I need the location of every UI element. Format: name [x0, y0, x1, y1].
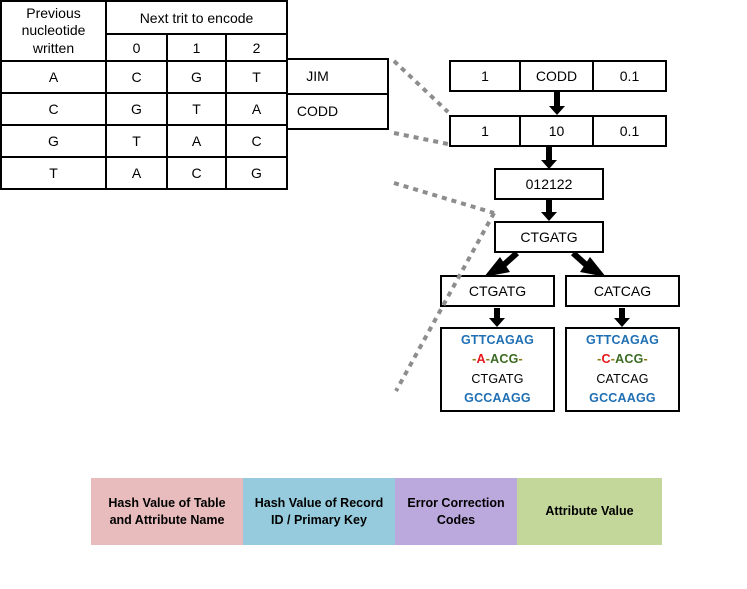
dna-left-line1: GTTCAGAG [460, 332, 535, 347]
encoding-cell-prev-c: C [0, 92, 107, 126]
encoding-cell-t-1: C [166, 156, 227, 190]
dna-right-line4: GCCAAGG [589, 390, 656, 405]
trit-string-box: 012122 [494, 168, 604, 200]
dna-block-right: GTTCAGAG -C-ACG- CATCAG GCCAAGG [565, 327, 680, 412]
record-row-2-cell-1: 1 [449, 115, 521, 147]
encoding-cell-prev-a: A [0, 60, 107, 94]
dotted-connector-3 [393, 181, 495, 215]
dna-right-line1: GTTCAGAG [585, 332, 660, 347]
dna-right-line2: -C-ACG- [597, 350, 648, 369]
encoding-table: Previous nucleotide written Next trit to… [0, 0, 288, 222]
dna-left-line4: GCCAAGG [464, 390, 531, 405]
encoding-cell-a-1: G [166, 60, 227, 94]
record-row-1-cell-3: 0.1 [592, 60, 667, 92]
dna-right-key: C [601, 352, 611, 367]
dna-left-dash-3: - [518, 352, 523, 367]
legend-item-record-id-hash: Hash Value of Record ID / Primary Key [243, 478, 395, 545]
record-row-1-cell-2: CODD [519, 60, 594, 92]
legend-item-error-correction: Error Correction Codes [395, 478, 517, 545]
encoding-table-row-g: G T A C [0, 124, 288, 158]
dna-left-line2: -A-ACG- [472, 350, 523, 369]
encoding-table-trit-0: 0 [105, 33, 168, 62]
encoding-cell-g-0: T [105, 124, 168, 158]
legend-item-attribute-value: Attribute Value [517, 478, 662, 545]
encoding-cell-a-2: T [225, 60, 288, 94]
branch-box-left: CTGATG [440, 275, 555, 307]
record-row-2: 1 10 0.1 [449, 115, 667, 147]
encoding-cell-prev-t: T [0, 156, 107, 190]
dna-right-line3: CATCAG [596, 371, 649, 386]
record-row-2-cell-2: 10 [519, 115, 594, 147]
encoding-table-col-header: Next trit to encode [105, 0, 288, 35]
encoding-table-row-a: A C G T [0, 60, 288, 94]
record-row-2-cell-3: 0.1 [592, 115, 667, 147]
encoding-cell-prev-g: G [0, 124, 107, 158]
nucleotide-string-box: CTGATG [494, 221, 604, 253]
legend-item-table-attribute-hash: Hash Value of Table and Attribute Name [91, 478, 243, 545]
encoding-cell-t-0: A [105, 156, 168, 190]
dotted-connector-1 [392, 59, 450, 114]
legend: Hash Value of Table and Attribute Name H… [91, 478, 662, 545]
encoding-table-row-header: Previous nucleotide written [0, 0, 107, 62]
encoding-cell-c-0: G [105, 92, 168, 126]
record-row-1: 1 CODD 0.1 [449, 60, 667, 92]
encoding-cell-t-2: G [225, 156, 288, 190]
encoding-table-row-t: T A C G [0, 156, 288, 190]
dna-left-line3: CTGATG [471, 371, 524, 386]
record-row-1-cell-1: 1 [449, 60, 521, 92]
encoding-cell-c-2: A [225, 92, 288, 126]
dna-left-acg: ACG [490, 352, 519, 367]
dna-right-acg: ACG [615, 352, 644, 367]
encoding-table-trit-2: 2 [225, 33, 288, 62]
dna-block-left: GTTCAGAG -A-ACG- CTGATG GCCAAGG [440, 327, 555, 412]
encoding-cell-a-0: C [105, 60, 168, 94]
encoding-cell-g-1: A [166, 124, 227, 158]
dotted-connector-2 [393, 131, 449, 146]
encoding-cell-c-1: T [166, 92, 227, 126]
encoding-cell-g-2: C [225, 124, 288, 158]
encoding-table-trit-1: 1 [166, 33, 227, 62]
dna-right-dash-3: - [643, 352, 648, 367]
dna-left-key: A [476, 352, 486, 367]
diagram-canvas: 9 10 JIM CODD 1 CODD 0.1 1 10 0.1 Previo… [0, 0, 747, 589]
encoding-table-row-c: C G T A [0, 92, 288, 126]
branch-box-right: CATCAG [565, 275, 680, 307]
